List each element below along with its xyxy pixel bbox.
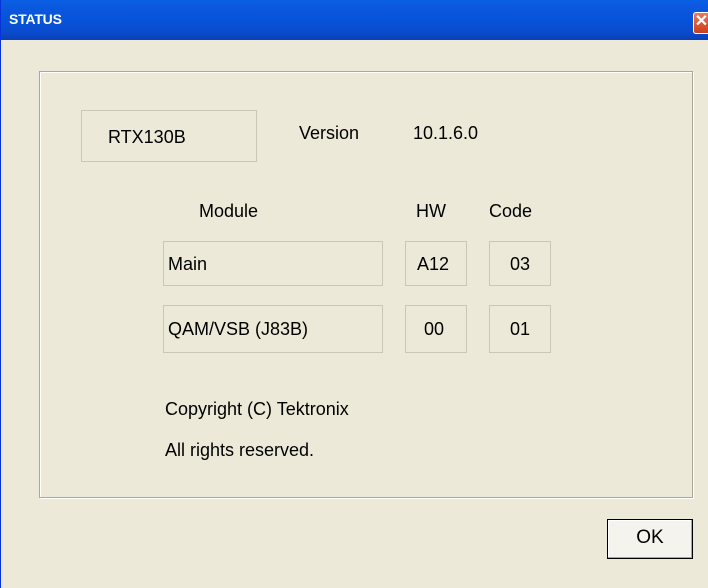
hw-header: HW	[416, 201, 446, 221]
model-box: RTX130B	[81, 110, 257, 162]
code-header: Code	[489, 201, 533, 221]
model-label: RTX130B	[108, 127, 186, 147]
dialog-body: RTX130B Version 10.1.6.0 Module HW Code …	[1, 40, 708, 588]
title-bar[interactable]: STATUS ✕	[1, 0, 708, 40]
status-dialog: STATUS ✕ RTX130B Version 10.1.6.0 Module…	[0, 0, 708, 588]
rights-text: All rights reserved.	[165, 440, 315, 460]
copyright-text: Copyright (C) Tektronix	[165, 399, 349, 419]
close-icon[interactable]: ✕	[693, 12, 708, 34]
version-value: 10.1.6.0	[413, 123, 479, 143]
window-title: STATUS	[9, 11, 62, 27]
version-label: Version	[299, 123, 360, 143]
code-cell-main: 03	[489, 241, 551, 286]
hw-cell-qam: 00	[405, 305, 467, 353]
code-value: 01	[510, 319, 531, 339]
module-name: QAM/VSB (J83B)	[168, 319, 309, 339]
code-value: 03	[510, 254, 531, 274]
ok-button[interactable]: OK	[607, 519, 693, 559]
module-header: Module	[199, 201, 259, 221]
hw-value: 00	[424, 319, 445, 339]
module-cell-main: Main	[163, 241, 383, 286]
code-cell-qam: 01	[489, 305, 551, 353]
hw-cell-main: A12	[405, 241, 467, 286]
module-name: Main	[168, 254, 208, 274]
hw-value: A12	[417, 254, 450, 274]
module-cell-qam: QAM/VSB (J83B)	[163, 305, 383, 353]
